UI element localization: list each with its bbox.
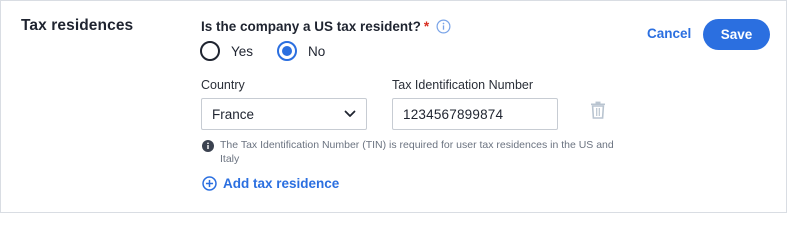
cancel-button[interactable]: Cancel xyxy=(647,26,691,41)
radio-yes[interactable]: Yes xyxy=(200,41,253,61)
save-button[interactable]: Save xyxy=(703,19,770,50)
country-select[interactable]: France xyxy=(201,98,367,130)
trash-icon[interactable] xyxy=(590,101,606,119)
add-tax-residence-label: Add tax residence xyxy=(223,176,340,191)
country-label: Country xyxy=(201,78,245,92)
radio-no-selected-dot xyxy=(282,46,293,56)
help-text: The Tax Identification Number (TIN) is r… xyxy=(220,139,614,165)
radio-yes-circle[interactable] xyxy=(200,41,220,61)
tin-label: Tax Identification Number xyxy=(392,78,534,92)
tin-help-note: The Tax Identification Number (TIN) is r… xyxy=(202,138,622,166)
question-text: Is the company a US tax resident? xyxy=(201,19,421,34)
us-tax-resident-question: Is the company a US tax resident? * xyxy=(201,19,451,34)
info-filled-icon xyxy=(202,139,214,152)
us-tax-resident-radio-group: Yes No xyxy=(200,41,349,61)
chevron-down-icon xyxy=(344,105,356,123)
radio-no-circle[interactable] xyxy=(277,41,298,61)
radio-no-label[interactable]: No xyxy=(308,44,325,59)
info-outline-icon[interactable] xyxy=(436,19,451,34)
required-asterisk: * xyxy=(423,19,430,34)
radio-yes-label[interactable]: Yes xyxy=(231,44,253,59)
radio-no[interactable]: No xyxy=(277,41,325,61)
tin-input[interactable] xyxy=(392,98,558,130)
plus-circle-icon xyxy=(202,176,217,191)
country-select-value: France xyxy=(212,106,255,122)
tax-residences-card: Tax residences Is the company a US tax r… xyxy=(0,0,787,213)
section-title: Tax residences xyxy=(21,17,134,34)
add-tax-residence-button[interactable]: Add tax residence xyxy=(202,176,339,191)
